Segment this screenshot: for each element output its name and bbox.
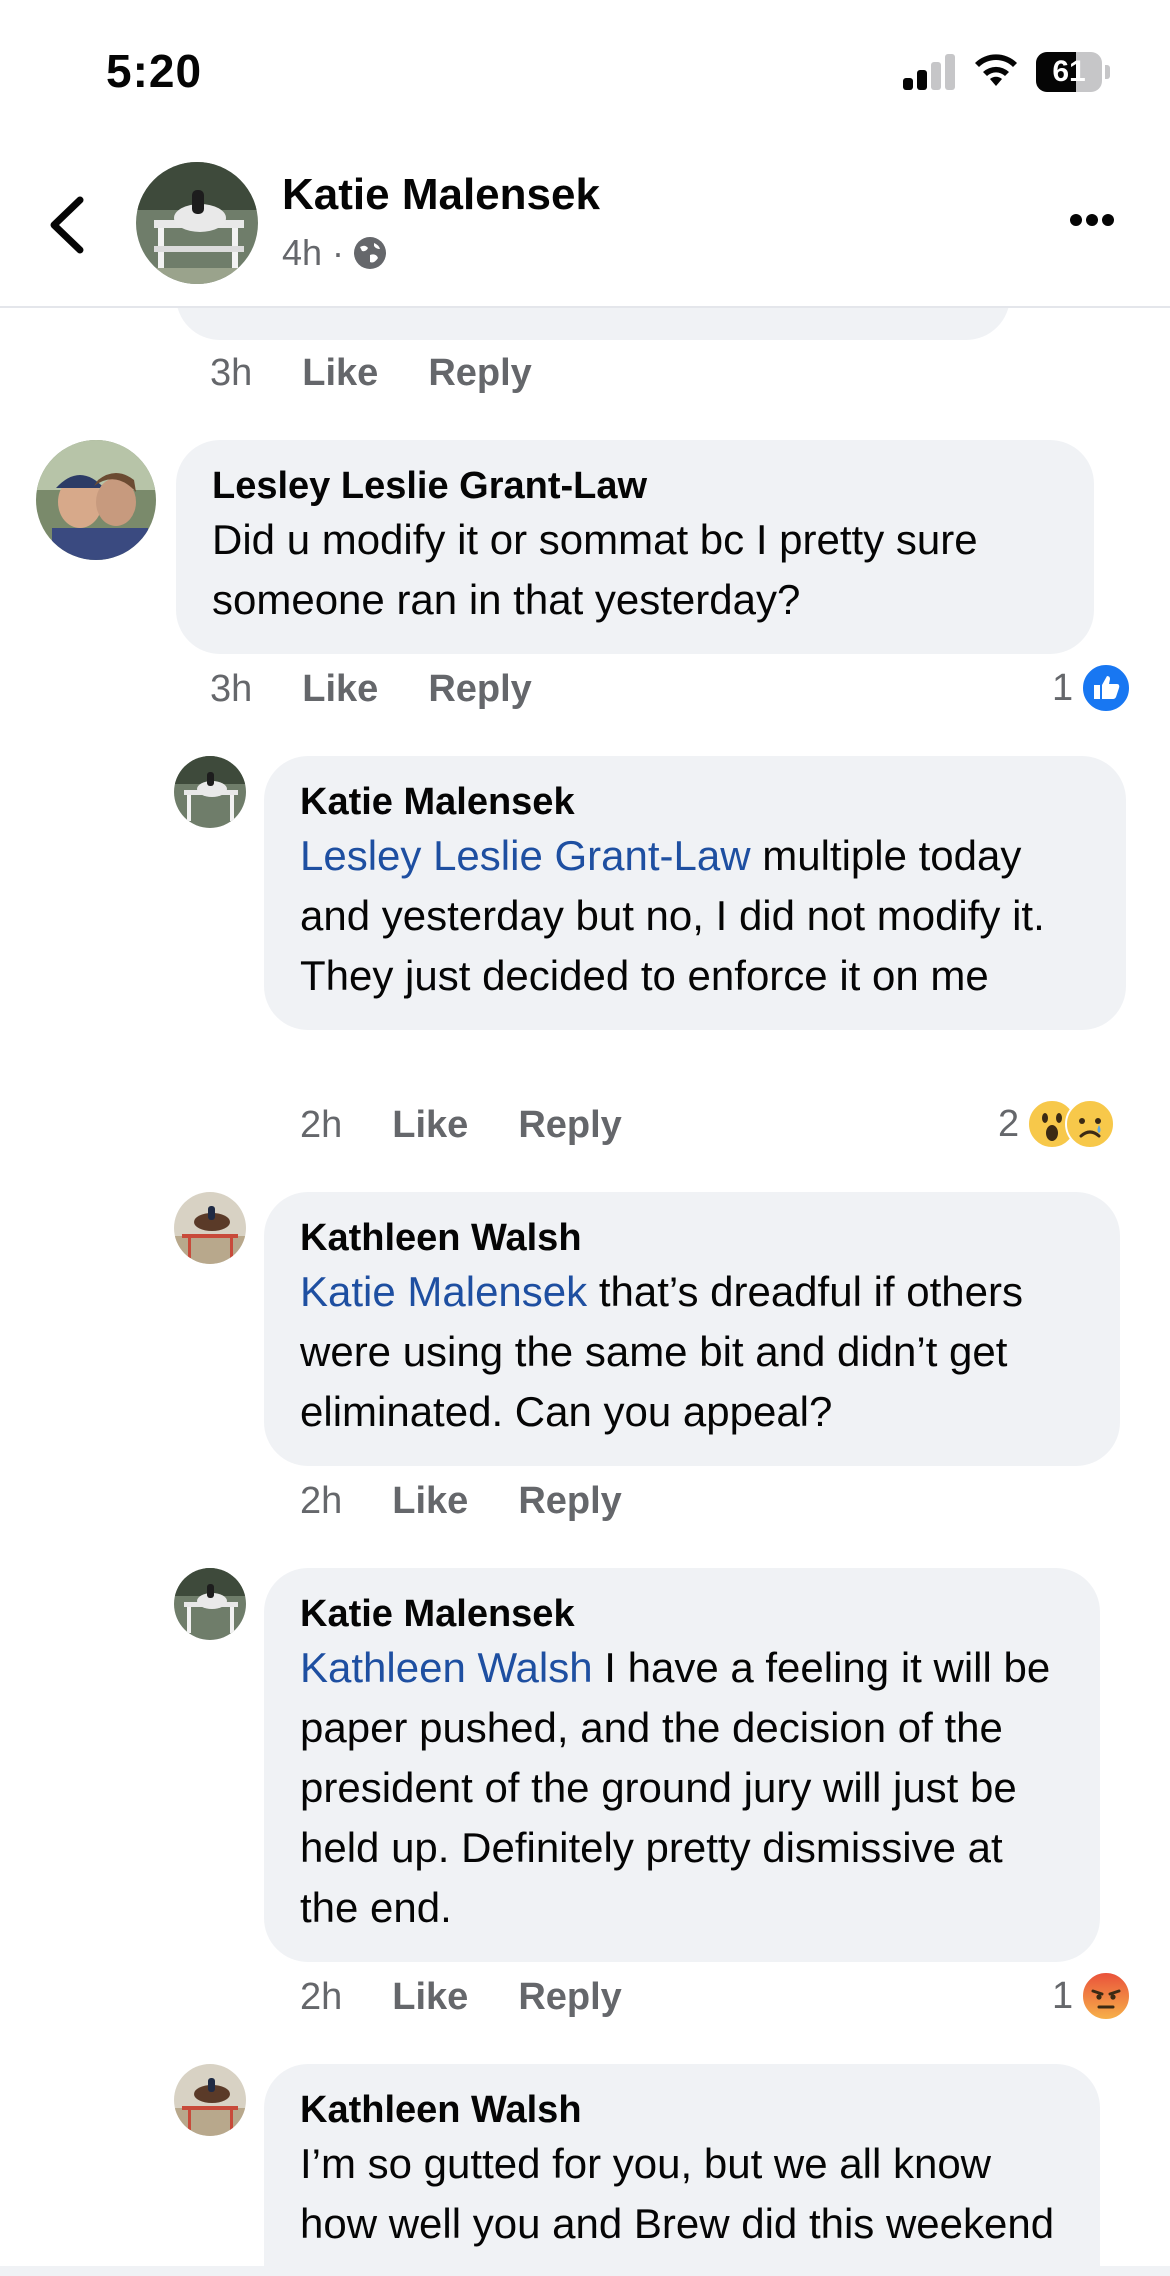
avatar-kathleen[interactable]: [174, 2064, 246, 2136]
reply-button[interactable]: Reply: [518, 1976, 621, 2019]
reply-button[interactable]: Reply: [518, 1104, 621, 1147]
wifi-icon: [975, 54, 1017, 86]
screen: 5:20 61 Katie Malensek 4h · 3h Like Repl…: [0, 0, 1170, 2276]
comment-author[interactable]: Kathleen Walsh: [300, 1214, 1084, 1262]
reaction-summary[interactable]: 1: [1052, 662, 1132, 714]
reply-button[interactable]: Reply: [518, 1480, 621, 1523]
sad-reaction-icon: [1065, 1099, 1116, 1149]
bottom-edge: [0, 2266, 1170, 2276]
comment-actions: 3h Like Reply: [210, 664, 582, 714]
reply-button[interactable]: Reply: [428, 668, 531, 711]
comment-actions: 2h Like Reply: [300, 1100, 672, 1150]
battery-icon: 61: [1036, 52, 1110, 92]
comment-author[interactable]: Katie Malensek: [300, 778, 1090, 826]
globe-icon: [354, 237, 387, 269]
comment-time: 2h: [300, 1975, 343, 2018]
profile-avatar[interactable]: [136, 162, 258, 284]
comment-author[interactable]: Katie Malensek: [300, 1590, 1064, 1638]
comment-bubble[interactable]: Kathleen Walsh Katie Malensek that’s dre…: [264, 1192, 1120, 1466]
avatar-katie[interactable]: [174, 756, 246, 828]
comment-bubble[interactable]: Katie Malensek Kathleen Walsh I have a f…: [264, 1568, 1100, 1962]
comment-bubble-previous[interactable]: [176, 308, 1010, 340]
comment-text: Kathleen Walsh I have a feeling it will …: [300, 1638, 1064, 1938]
comment-text: Lesley Leslie Grant-Law multiple today a…: [300, 826, 1090, 1006]
comment-actions: 3h Like Reply: [210, 348, 582, 398]
comment-time: 3h: [210, 667, 253, 710]
comment-time: 3h: [210, 351, 253, 394]
like-button[interactable]: Like: [392, 1104, 468, 1147]
more-options-button[interactable]: [1062, 206, 1122, 236]
like-reaction-icon: [1081, 663, 1132, 713]
like-button[interactable]: Like: [392, 1976, 468, 2019]
comment-text: Did u modify it or sommat bc I pretty su…: [212, 516, 978, 623]
mention-link[interactable]: Kathleen Walsh: [300, 1644, 593, 1691]
battery-level: 61: [1052, 55, 1086, 88]
comment-time: 2h: [300, 1103, 343, 1146]
reply-button[interactable]: Reply: [428, 352, 531, 395]
comment-actions: 2h Like Reply: [300, 1476, 672, 1526]
comment-bubble[interactable]: Lesley Leslie Grant-Law Did u modify it …: [176, 440, 1094, 654]
comment-text: I’m so gutted for you, but we all know h…: [300, 2140, 1055, 2247]
comments-list: 3h Like Reply Lesley Leslie Grant-Law Di…: [0, 308, 1170, 2276]
more-icon: [1070, 214, 1082, 226]
like-button[interactable]: Like: [302, 668, 378, 711]
angry-reaction-icon: [1081, 1971, 1132, 2021]
reaction-summary[interactable]: 1: [1052, 1970, 1132, 2022]
post-header: Katie Malensek 4h ·: [0, 140, 1170, 308]
comment-bubble[interactable]: Kathleen Walsh I’m so gutted for you, bu…: [264, 2064, 1100, 2276]
reaction-count: 1: [1052, 1974, 1074, 2017]
comment-bubble[interactable]: Katie Malensek Lesley Leslie Grant-Law m…: [264, 756, 1126, 1030]
post-time: 4h ·: [282, 232, 345, 273]
like-button[interactable]: Like: [302, 352, 378, 395]
comment-author[interactable]: Lesley Leslie Grant-Law: [212, 462, 1058, 510]
like-button[interactable]: Like: [392, 1480, 468, 1523]
avatar-katie[interactable]: [174, 1568, 246, 1640]
mention-link[interactable]: Lesley Leslie Grant-Law: [300, 832, 751, 879]
avatar-lesley[interactable]: [36, 440, 156, 560]
status-time: 5:20: [106, 45, 203, 97]
post-author-name[interactable]: Katie Malensek: [282, 170, 600, 220]
comment-actions: 2h Like Reply: [300, 1972, 672, 2022]
mention-link[interactable]: Katie Malensek: [300, 1268, 587, 1315]
reaction-count: 2: [998, 1102, 1020, 1145]
comment-time: 2h: [300, 1479, 343, 1522]
back-arrow-icon[interactable]: [40, 190, 100, 260]
post-meta: 4h ·: [282, 232, 388, 274]
status-bar: 5:20 61: [0, 0, 1170, 140]
avatar-kathleen[interactable]: [174, 1192, 246, 1264]
comment-author[interactable]: Kathleen Walsh: [300, 2086, 1064, 2134]
reaction-count: 1: [1052, 666, 1074, 709]
reaction-summary[interactable]: 2: [998, 1098, 1116, 1150]
comment-text: Katie Malensek that’s dreadful if others…: [300, 1262, 1084, 1442]
cellular-signal-icon: [903, 54, 957, 90]
